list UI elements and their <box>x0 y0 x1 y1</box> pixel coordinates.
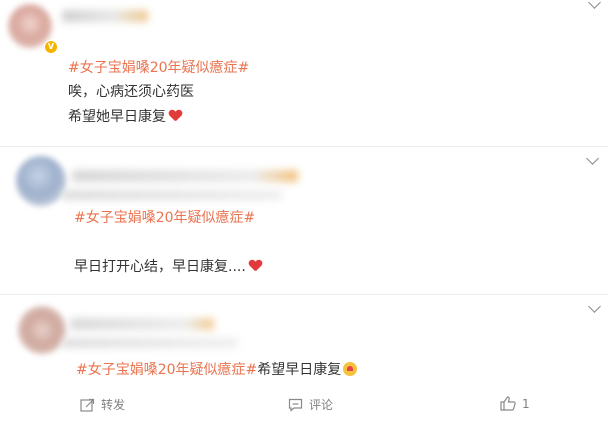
comment-text: 希望她早日康复 <box>68 106 182 126</box>
avatar[interactable] <box>16 156 66 206</box>
repost-label: 转发 <box>101 398 126 412</box>
chevron-down-icon[interactable] <box>586 152 599 165</box>
chevron-down-icon[interactable] <box>588 0 601 9</box>
user-meta <box>62 338 238 348</box>
user-meta <box>62 190 282 200</box>
topic-link[interactable]: #女子宝娟嗓20年疑似癔症# <box>74 207 255 227</box>
repost-button[interactable]: 转发 <box>80 396 125 413</box>
heart-emoji-icon <box>169 110 182 122</box>
verified-badge-icon: V <box>44 40 58 54</box>
heart-emoji-icon <box>343 362 358 376</box>
comment-text: 唉，心病还须心药医 <box>68 84 194 100</box>
comment-label: 评论 <box>309 398 334 412</box>
comment-button[interactable]: 评论 <box>288 396 333 413</box>
comment-text-line: 希望早日康复 <box>257 362 342 378</box>
repost-icon <box>80 398 95 412</box>
chevron-down-icon[interactable] <box>588 300 601 313</box>
like-count: 1 <box>522 397 530 411</box>
topic-link[interactable]: #女子宝娟嗓20年疑似癔症# <box>76 362 257 378</box>
heart-emoji-icon <box>249 260 262 272</box>
like-icon <box>500 396 516 411</box>
comment-text: #女子宝娟嗓20年疑似癔症#希望早日康复 <box>76 359 358 379</box>
comment-text: 早日打开心结，早日康复.... <box>74 256 262 276</box>
divider <box>0 294 608 295</box>
topic-link[interactable]: #女子宝娟嗓20年疑似癔症# <box>68 57 249 77</box>
comment-text-line: 希望她早日康复 <box>68 109 166 125</box>
like-button[interactable]: 1 <box>500 396 530 411</box>
comment-icon <box>288 398 303 412</box>
username[interactable] <box>72 170 298 182</box>
comment-text-line: 早日打开心结，早日康复.... <box>74 259 246 275</box>
username[interactable] <box>62 10 148 22</box>
avatar[interactable] <box>18 306 66 354</box>
divider <box>0 146 608 147</box>
username[interactable] <box>70 318 214 330</box>
